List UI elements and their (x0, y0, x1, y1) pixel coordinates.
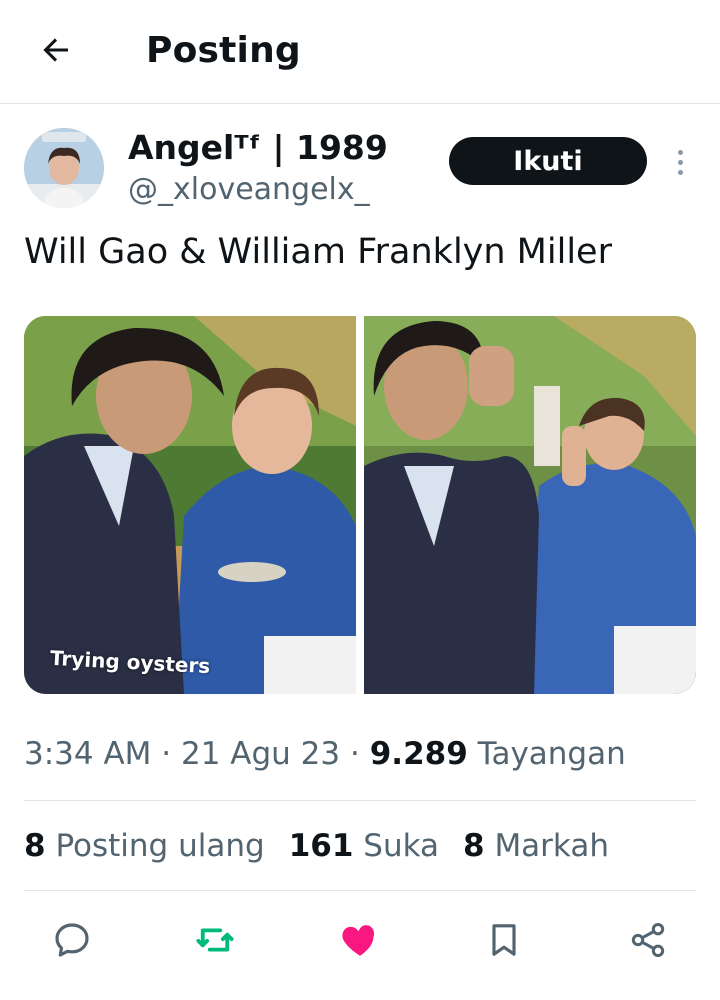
repost-button[interactable] (187, 912, 243, 968)
bookmarks-count: 8 (463, 828, 485, 864)
post-date: 21 Agu 23 (181, 736, 341, 772)
reposts-count: 8 (24, 828, 46, 864)
photo-illustration (364, 316, 696, 694)
page-title: Posting (146, 30, 301, 71)
share-icon (631, 923, 665, 957)
meta-separator: · (350, 736, 370, 772)
views-label: Tayangan (477, 736, 626, 772)
engagement-stats: 8 Posting ulang 161 Suka 8 Markah (24, 828, 609, 864)
likes-label: Suka (363, 828, 439, 864)
post-meta: 3:34 AM · 21 Agu 23 · 9.289 Tayangan (24, 736, 626, 772)
arrow-left-icon (43, 38, 68, 62)
author-handle[interactable]: @_xloveangelx_ (128, 172, 370, 207)
more-dot (677, 149, 683, 155)
reposts-stat[interactable]: 8 Posting ulang (24, 828, 265, 864)
photo-illustration (24, 316, 356, 694)
like-button[interactable] (332, 912, 388, 968)
post-text: Will Gao & William Franklyn Miller (24, 232, 612, 272)
divider (24, 890, 696, 891)
back-button[interactable] (34, 28, 78, 72)
bookmarks-stat[interactable]: 8 Markah (463, 828, 609, 864)
action-bar (0, 912, 720, 968)
bookmark-button[interactable] (476, 912, 532, 968)
bookmarks-label: Markah (494, 828, 609, 864)
reposts-label: Posting ulang (55, 828, 265, 864)
repost-icon (196, 928, 234, 952)
follow-button[interactable]: Ikuti (449, 137, 647, 185)
divider (24, 800, 696, 801)
more-dot (677, 169, 683, 175)
reply-button[interactable] (44, 912, 100, 968)
media-photo-2[interactable] (364, 316, 696, 694)
likes-stat[interactable]: 161 Suka (289, 828, 439, 864)
bookmark-icon (492, 924, 516, 956)
share-button[interactable] (620, 912, 676, 968)
post-time: 3:34 AM (24, 736, 152, 772)
views-count: 9.289 (369, 736, 468, 772)
more-dot (677, 159, 683, 165)
more-options-button[interactable] (666, 144, 694, 180)
avatar-image (24, 128, 104, 208)
avatar[interactable] (24, 128, 104, 208)
heart-icon (342, 925, 375, 956)
likes-count: 161 (288, 828, 354, 864)
media-grid: Trying oysters (24, 316, 696, 694)
author-display-name[interactable]: Angelᵀᶠ | 1989 (128, 128, 388, 167)
media-photo-1[interactable]: Trying oysters (24, 316, 356, 694)
meta-separator: · (161, 736, 181, 772)
reply-icon (55, 923, 89, 957)
top-bar: Posting (0, 0, 720, 104)
